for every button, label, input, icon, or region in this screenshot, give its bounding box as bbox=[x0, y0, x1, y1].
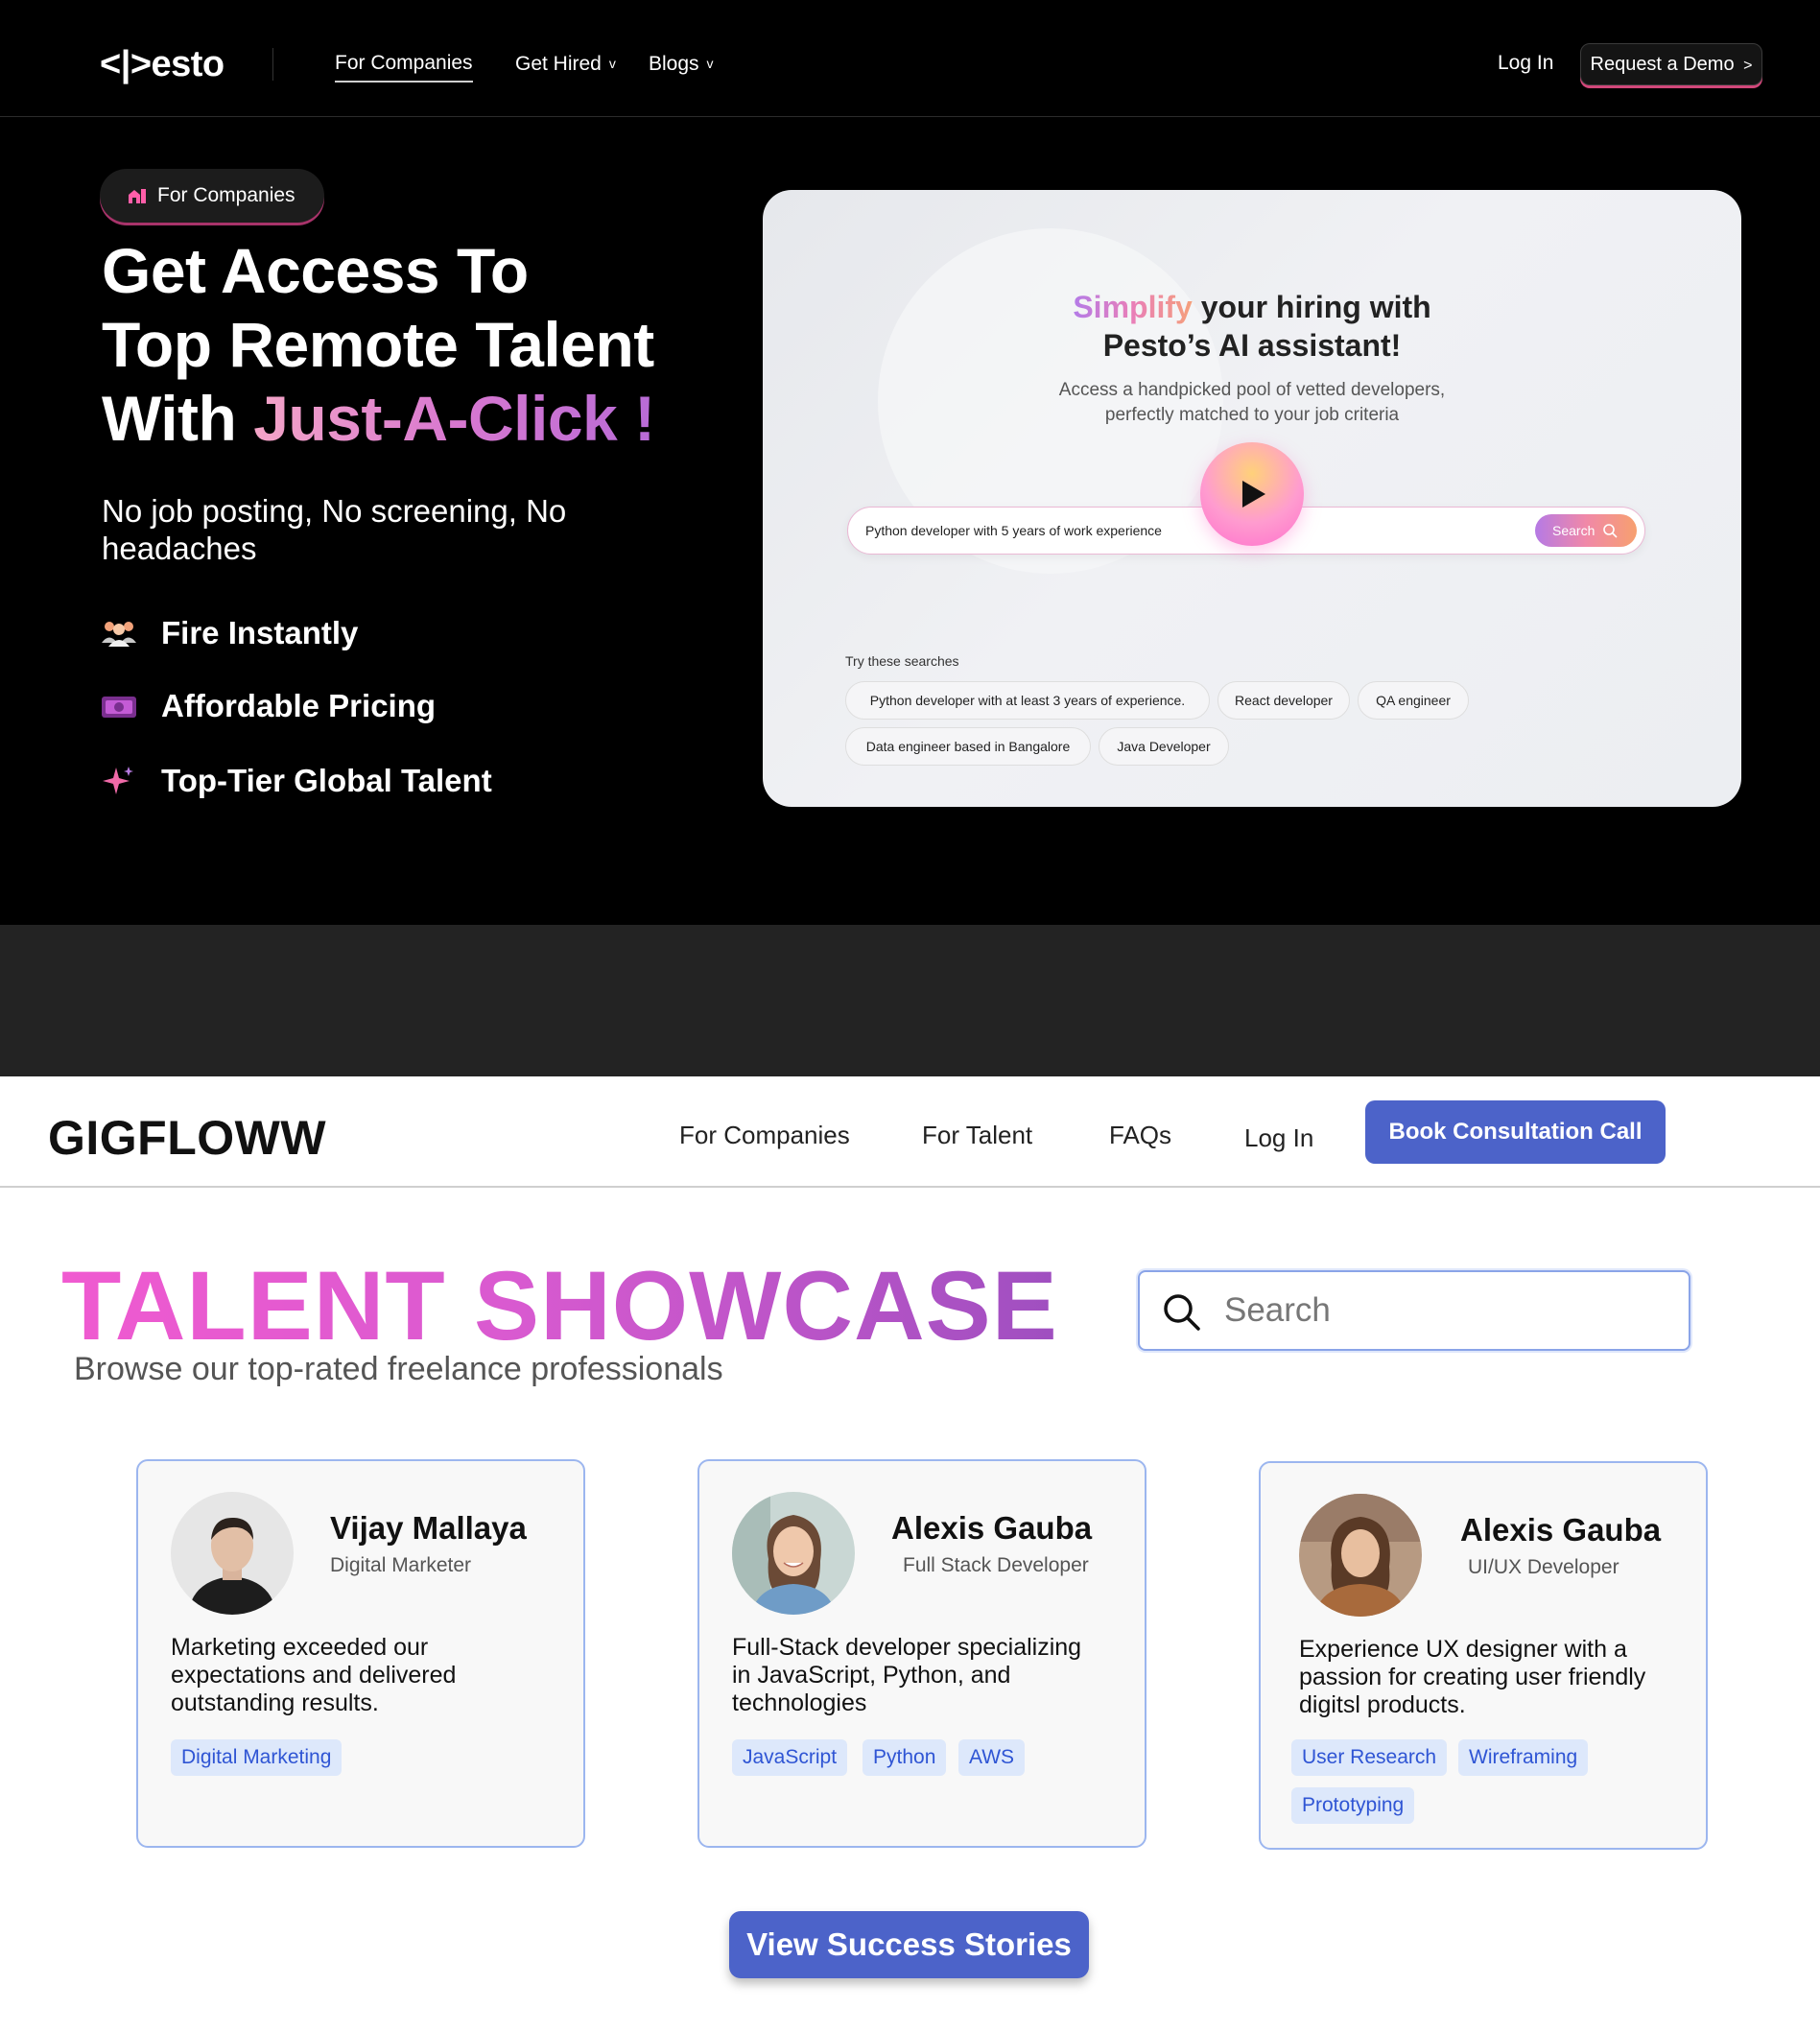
play-icon bbox=[1242, 481, 1265, 508]
video-desc-line2: perfectly matched to your job criteria bbox=[1104, 405, 1400, 425]
pesto-logo[interactable]: <|>esto bbox=[100, 42, 225, 86]
nav-divider bbox=[272, 48, 273, 81]
search-icon bbox=[1603, 524, 1618, 538]
avatar bbox=[171, 1492, 294, 1615]
request-demo-label: Request a Demo bbox=[1590, 54, 1735, 75]
video-title-highlight: Simplify bbox=[1073, 290, 1193, 324]
talent-description: Marketing exceeded our expectations and … bbox=[171, 1634, 457, 1716]
suggestion-chip[interactable]: QA engineer bbox=[1358, 681, 1469, 720]
demo-video-card[interactable]: Simplify your hiring with Pesto’s AI ass… bbox=[763, 190, 1741, 807]
suggestion-chip[interactable]: Python developer with at least 3 years o… bbox=[845, 681, 1210, 720]
nav-blogs[interactable]: Blogs v bbox=[649, 50, 714, 78]
nav-faqs[interactable]: FAQs bbox=[1109, 1119, 1171, 1151]
suggestion-chip[interactable]: Data engineer based in Bangalore bbox=[845, 727, 1091, 766]
skill-tag[interactable]: Digital Marketing bbox=[171, 1739, 343, 1776]
skill-tag[interactable]: Python bbox=[863, 1739, 947, 1776]
suggestion-chip[interactable]: Java Developer bbox=[1099, 727, 1229, 766]
hero-title-line1: Get Access To bbox=[102, 235, 529, 306]
suggestion-chip[interactable]: React developer bbox=[1217, 681, 1350, 720]
hero-title-line3: With Just-A-Click ! bbox=[102, 382, 754, 456]
nav-for-companies[interactable]: For Companies bbox=[335, 50, 473, 83]
skill-tag[interactable]: User Research bbox=[1291, 1739, 1448, 1776]
video-title-rest: your hiring with bbox=[1192, 290, 1431, 324]
pesto-navbar: <|>esto For Companies Get Hired v Blogs v … bbox=[0, 0, 1820, 117]
talent-name: Alexis Gauba bbox=[891, 1510, 1093, 1546]
sparkle-icon bbox=[103, 767, 133, 794]
gigfloww-logo[interactable]: GIGFLOWW bbox=[48, 1111, 326, 1165]
talent-card[interactable]: Vijay Mallaya Digital Marketer Marketing… bbox=[136, 1459, 585, 1848]
people-icon bbox=[102, 622, 136, 647]
money-icon bbox=[102, 697, 136, 718]
chevron-right-icon: > bbox=[1743, 58, 1753, 74]
search-icon bbox=[1164, 1294, 1200, 1331]
skill-tag[interactable]: Prototyping bbox=[1291, 1787, 1415, 1824]
page-title: TALENT SHOWCASE bbox=[61, 1251, 1058, 1360]
gigfloww-navbar: GIGFLOWW For Companies For Talent FAQs L… bbox=[0, 1076, 1820, 1188]
skill-tag[interactable]: JavaScript bbox=[732, 1739, 848, 1776]
badge-label: For Companies bbox=[157, 184, 295, 206]
talent-search-placeholder: Search bbox=[1224, 1291, 1331, 1329]
nav-for-companies[interactable]: For Companies bbox=[679, 1119, 850, 1151]
nav-for-talent[interactable]: For Talent bbox=[922, 1119, 1032, 1151]
talent-search-field[interactable]: Search bbox=[1138, 1270, 1690, 1351]
skill-tag[interactable]: AWS bbox=[958, 1739, 1026, 1776]
video-desc-line1: Access a handpicked pool of vetted devel… bbox=[1058, 380, 1446, 400]
request-demo-button[interactable]: Request a Demo > bbox=[1580, 43, 1762, 85]
hero-title-line2: Top Remote Talent bbox=[102, 309, 654, 380]
talent-card[interactable]: Alexis Gauba UI/UX Developer Experience … bbox=[1259, 1461, 1708, 1850]
try-searches-label: Try these searches bbox=[845, 653, 959, 669]
chevron-down-icon: v bbox=[706, 56, 714, 71]
video-title-line1: Simplify your hiring with bbox=[763, 288, 1741, 326]
talent-card[interactable]: Alexis Gauba Full Stack Developer Full-S… bbox=[697, 1459, 1146, 1848]
hero-title-highlight: Just-A-Click ! bbox=[253, 383, 655, 454]
talent-name: Vijay Mallaya bbox=[330, 1510, 527, 1546]
feature-label: Fire Instantly bbox=[161, 615, 359, 650]
ai-search-button-label: Search bbox=[1552, 523, 1595, 538]
hero-subtitle: No job posting, No screening, No headach… bbox=[102, 493, 567, 566]
ai-search-input[interactable]: Python developer with 5 years of work ex… bbox=[865, 508, 1162, 554]
video-title-line2: Pesto’s AI assistant! bbox=[1102, 328, 1402, 363]
play-button[interactable] bbox=[1200, 442, 1304, 546]
building-icon bbox=[129, 189, 146, 203]
ai-search-button[interactable]: Search bbox=[1535, 514, 1637, 547]
talent-description: Experience UX designer with a passion fo… bbox=[1299, 1636, 1646, 1718]
book-consultation-button[interactable]: Book Consultation Call bbox=[1365, 1100, 1666, 1164]
chevron-down-icon: v bbox=[608, 56, 616, 71]
talent-role: UI/UX Developer bbox=[1468, 1556, 1619, 1578]
hero-title-line3-plain: With bbox=[102, 383, 254, 454]
view-success-stories-button[interactable]: View Success Stories bbox=[729, 1911, 1089, 1978]
pesto-section: <|>esto For Companies Get Hired v Blogs v … bbox=[0, 0, 1820, 925]
avatar bbox=[732, 1492, 855, 1615]
hero-title: Get Access To Top Remote Talent With Jus… bbox=[102, 234, 754, 456]
talent-description: Full-Stack developer specializing in Jav… bbox=[732, 1634, 1082, 1716]
login-link[interactable]: Log In bbox=[1498, 50, 1553, 77]
nav-get-hired[interactable]: Get Hired v bbox=[515, 50, 616, 78]
avatar bbox=[1299, 1494, 1422, 1617]
page-subtitle: Browse our top-rated freelance professio… bbox=[74, 1351, 723, 1387]
nav-get-hired-label: Get Hired bbox=[515, 53, 602, 75]
talent-role: Digital Marketer bbox=[330, 1554, 472, 1576]
nav-login[interactable]: Log In bbox=[1244, 1122, 1313, 1154]
skill-tag[interactable]: Wireframing bbox=[1458, 1739, 1589, 1776]
talent-role: Full Stack Developer bbox=[903, 1554, 1089, 1576]
for-companies-badge: For Companies bbox=[100, 169, 324, 223]
talent-name: Alexis Gauba bbox=[1460, 1512, 1662, 1548]
section-separator bbox=[0, 925, 1820, 1076]
nav-blogs-label: Blogs bbox=[649, 53, 699, 75]
feature-label: Top-Tier Global Talent bbox=[161, 763, 492, 798]
feature-label: Affordable Pricing bbox=[161, 688, 437, 723]
